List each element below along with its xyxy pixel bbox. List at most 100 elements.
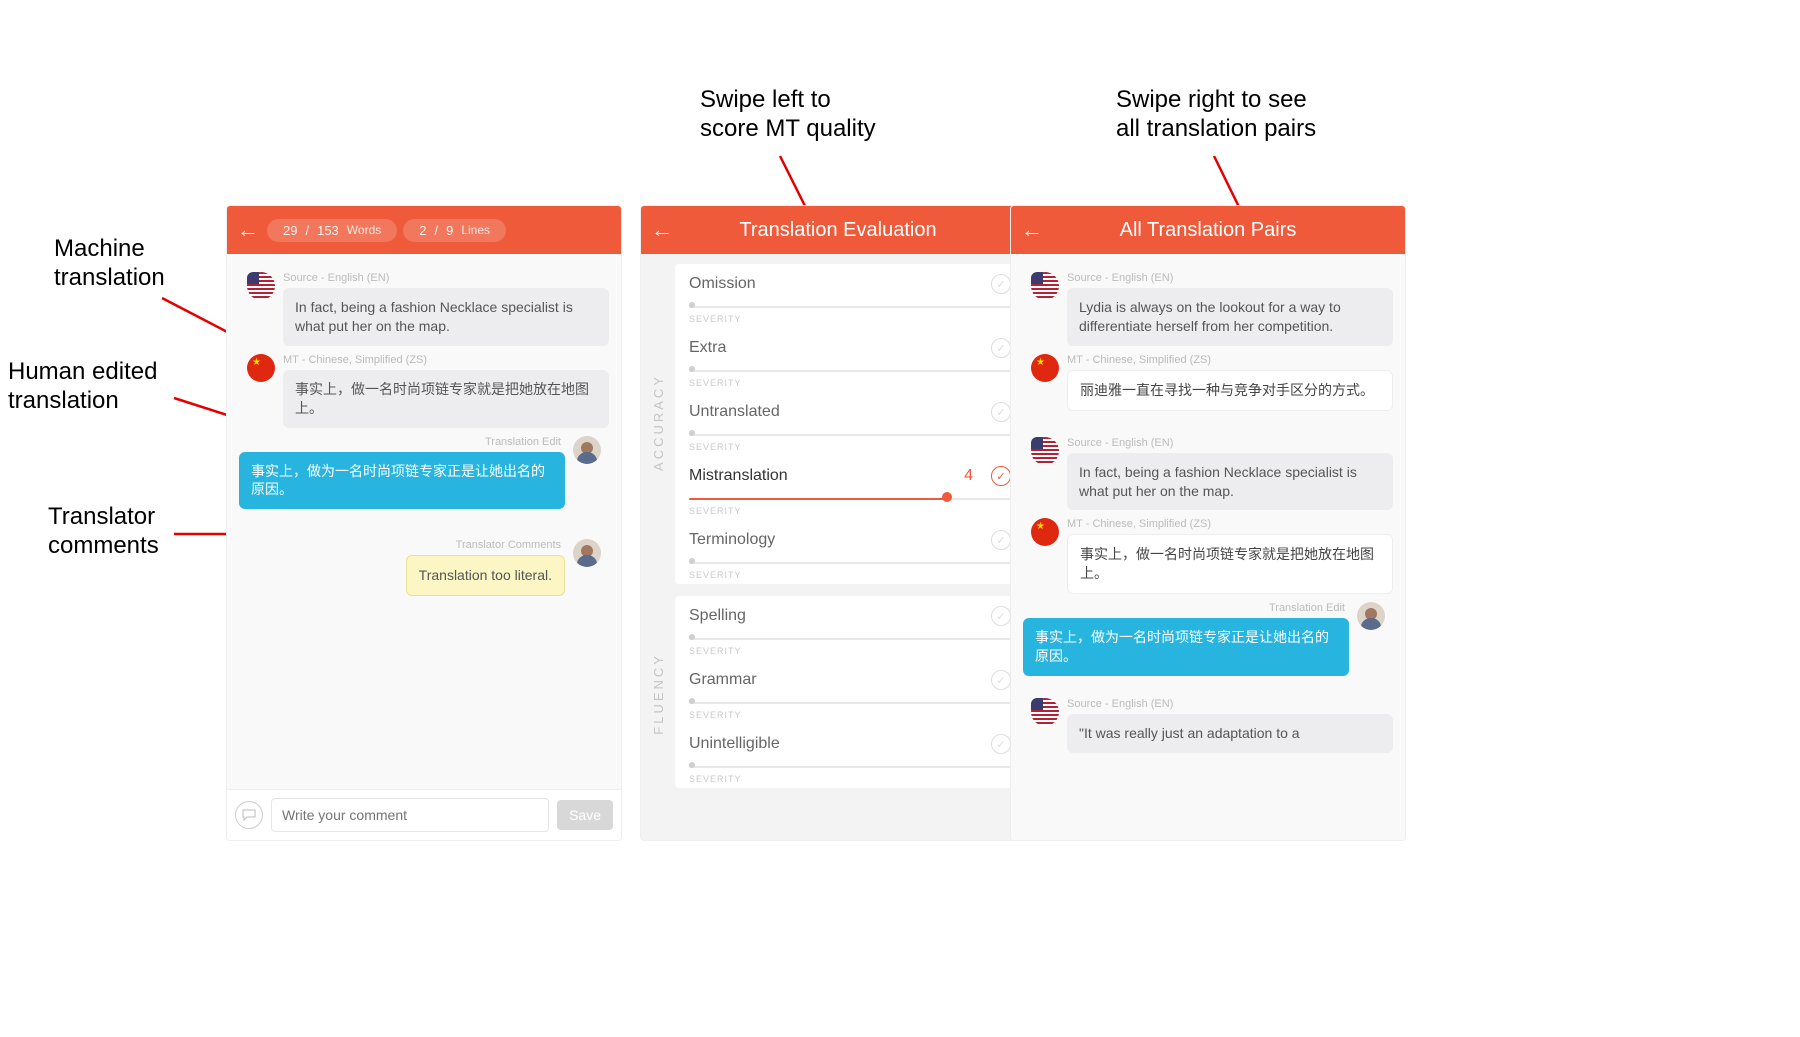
- evaluation-screen: ← Translation Evaluation ACCURACY Omissi…: [640, 205, 1036, 841]
- save-button[interactable]: Save: [557, 800, 613, 830]
- check-icon: ✓: [991, 606, 1011, 626]
- back-button[interactable]: ←: [237, 217, 261, 243]
- severity-slider[interactable]: [689, 700, 1011, 706]
- line-counter: 2/9Lines: [403, 219, 506, 242]
- eval-item[interactable]: Terminology ✓ SEVERITY: [675, 520, 1025, 584]
- mt-label: MT - Chinese, Simplified (ZS): [283, 354, 609, 366]
- editor-header: ← 29/153Words 2/9Lines: [227, 206, 621, 254]
- severity-label: SEVERITY: [689, 710, 1011, 720]
- severity-label: SEVERITY: [689, 314, 1011, 324]
- back-button[interactable]: ←: [1021, 217, 1045, 243]
- eval-item[interactable]: Spelling ✓ SEVERITY: [675, 596, 1025, 660]
- mt-row: MT - Chinese, Simplified (ZS) 事实上，做一名时尚项…: [239, 354, 609, 428]
- comment-composer: Save: [227, 789, 621, 840]
- severity-label: SEVERITY: [689, 570, 1011, 580]
- pairs-header: ← All Translation Pairs: [1011, 206, 1405, 254]
- category-fluency: FLUENCY: [641, 590, 675, 798]
- source-label: Source - English (EN): [1067, 698, 1393, 710]
- mt-label: MT - Chinese, Simplified (ZS): [1067, 518, 1393, 530]
- severity-slider[interactable]: [689, 764, 1011, 770]
- source-label: Source - English (EN): [1067, 272, 1393, 284]
- eval-item-name: Grammar: [689, 671, 757, 689]
- accuracy-list: Omission ✓ SEVERITY Extra ✓: [675, 264, 1025, 584]
- check-icon: ✓: [991, 530, 1011, 550]
- eval-item[interactable]: Omission ✓ SEVERITY: [675, 264, 1025, 328]
- pair-source-row: Source - English (EN) In fact, being a f…: [1023, 437, 1393, 511]
- editor-screen: ← 29/153Words 2/9Lines Source - English …: [226, 205, 622, 841]
- eval-item[interactable]: Untranslated ✓ SEVERITY: [675, 392, 1025, 456]
- mt-bubble[interactable]: 事实上，做一名时尚项链专家就是把她放在地图上。: [1067, 534, 1393, 594]
- eval-item-name: Unintelligible: [689, 735, 780, 753]
- eval-item-name: Spelling: [689, 607, 746, 625]
- comment-icon[interactable]: [235, 801, 263, 829]
- evaluation-header: ← Translation Evaluation: [641, 206, 1035, 254]
- check-icon: ✓: [991, 466, 1011, 486]
- eval-item-score: 4: [964, 467, 973, 485]
- check-icon: ✓: [991, 274, 1011, 294]
- eval-item-name: Omission: [689, 275, 756, 293]
- source-label: Source - English (EN): [1067, 437, 1393, 449]
- source-bubble[interactable]: In fact, being a fashion Necklace specia…: [1067, 453, 1393, 511]
- label-swipe-right: Swipe right to see all translation pairs: [1116, 86, 1316, 144]
- severity-slider[interactable]: [689, 304, 1011, 310]
- us-flag-icon: [1031, 698, 1059, 726]
- mt-label: MT - Chinese, Simplified (ZS): [1067, 354, 1393, 366]
- severity-slider[interactable]: [689, 496, 1011, 502]
- edit-bubble[interactable]: 事实上，做为一名时尚项链专家正是让她出名的原因。: [239, 452, 565, 510]
- comment-bubble: Translation too literal.: [406, 555, 565, 596]
- eval-item[interactable]: Extra ✓ SEVERITY: [675, 328, 1025, 392]
- translator-avatar: [1357, 602, 1385, 630]
- pair-mt-row: MT - Chinese, Simplified (ZS) 丽迪雅一直在寻找一种…: [1023, 354, 1393, 411]
- us-flag-icon: [247, 272, 275, 300]
- check-icon: ✓: [991, 670, 1011, 690]
- pairs-screen: ← All Translation Pairs Source - English…: [1010, 205, 1406, 841]
- eval-item[interactable]: Unintelligible ✓ SEVERITY: [675, 724, 1025, 788]
- severity-label: SEVERITY: [689, 774, 1011, 784]
- label-human-edit: Human edited translation: [8, 358, 157, 416]
- severity-slider[interactable]: [689, 636, 1011, 642]
- back-button[interactable]: ←: [651, 217, 675, 243]
- edit-row: Translation Edit 事实上，做为一名时尚项链专家正是让她出名的原因…: [239, 436, 609, 510]
- eval-item[interactable]: Mistranslation 4 ✓ SEVERITY: [675, 456, 1025, 520]
- severity-slider[interactable]: [689, 560, 1011, 566]
- label-translator-comments: Translator comments: [48, 503, 159, 561]
- severity-slider[interactable]: [689, 368, 1011, 374]
- translator-avatar: [573, 436, 601, 464]
- mt-bubble[interactable]: 丽迪雅一直在寻找一种与竞争对手区分的方式。: [1067, 370, 1393, 411]
- eval-item-name: Extra: [689, 339, 726, 357]
- severity-label: SEVERITY: [689, 442, 1011, 452]
- comment-label: Translator Comments: [239, 539, 561, 551]
- edit-label: Translation Edit: [1023, 602, 1345, 614]
- label-machine-translation: Machine translation: [54, 235, 165, 293]
- check-icon: ✓: [991, 338, 1011, 358]
- comment-input[interactable]: [271, 798, 549, 832]
- us-flag-icon: [1031, 272, 1059, 300]
- severity-slider[interactable]: [689, 432, 1011, 438]
- pair-source-row: Source - English (EN) Lydia is always on…: [1023, 272, 1393, 346]
- comment-row: Translator Comments Translation too lite…: [239, 539, 609, 596]
- mt-bubble: 事实上，做一名时尚项链专家就是把她放在地图上。: [283, 370, 609, 428]
- source-bubble: In fact, being a fashion Necklace specia…: [283, 288, 609, 346]
- eval-item-name: Untranslated: [689, 403, 780, 421]
- eval-item-name: Terminology: [689, 531, 775, 549]
- cn-flag-icon: [1031, 518, 1059, 546]
- source-bubble[interactable]: "It was really just an adaptation to a: [1067, 714, 1393, 753]
- eval-item[interactable]: Grammar ✓ SEVERITY: [675, 660, 1025, 724]
- source-label: Source - English (EN): [283, 272, 609, 284]
- severity-label: SEVERITY: [689, 646, 1011, 656]
- source-bubble[interactable]: Lydia is always on the lookout for a way…: [1067, 288, 1393, 346]
- pair-edit-row: Translation Edit 事实上，做为一名时尚项链专家正是让她出名的原因…: [1023, 602, 1393, 676]
- translator-avatar: [573, 539, 601, 567]
- severity-label: SEVERITY: [689, 506, 1011, 516]
- edit-bubble[interactable]: 事实上，做为一名时尚项链专家正是让她出名的原因。: [1023, 618, 1349, 676]
- eval-item-name: Mistranslation: [689, 467, 788, 485]
- cn-flag-icon: [1031, 354, 1059, 382]
- check-icon: ✓: [991, 402, 1011, 422]
- word-counter: 29/153Words: [267, 219, 397, 242]
- label-swipe-left: Swipe left to score MT quality: [700, 86, 876, 144]
- check-icon: ✓: [991, 734, 1011, 754]
- evaluation-title: Translation Evaluation: [675, 219, 1001, 242]
- pair-source-row: Source - English (EN) "It was really jus…: [1023, 698, 1393, 753]
- pairs-title: All Translation Pairs: [1045, 219, 1371, 242]
- severity-label: SEVERITY: [689, 378, 1011, 388]
